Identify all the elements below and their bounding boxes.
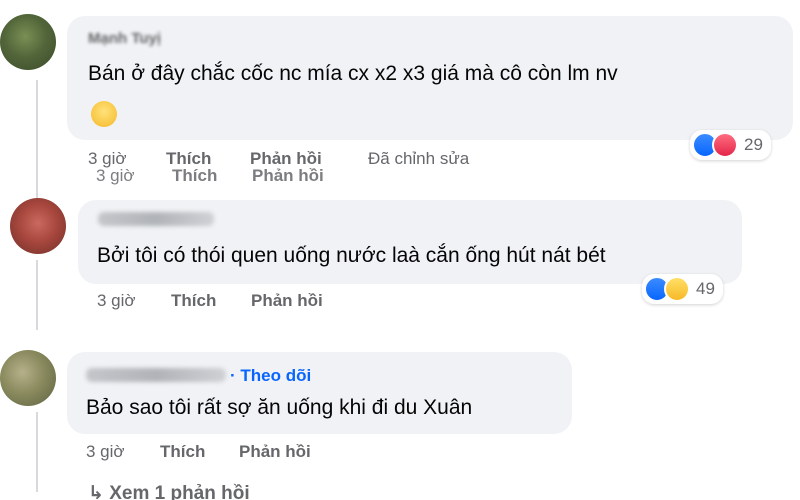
reply-button[interactable]: Phản hồi xyxy=(251,291,323,311)
avatar[interactable] xyxy=(10,198,66,254)
edited-label: Đã chỉnh sửa xyxy=(368,149,470,168)
comment-text: Bởi tôi có thói quen uống nước laà cắn ố… xyxy=(97,244,606,267)
like-button[interactable]: Thích xyxy=(171,291,216,311)
view-replies-label: Xem 1 phản hồi xyxy=(109,483,250,500)
avatar[interactable] xyxy=(0,14,56,70)
comment-text: Bảo sao tôi rất sợ ăn uống khi đi du Xuâ… xyxy=(86,396,473,419)
comment-author[interactable]: Mạnh Tuyị xyxy=(88,30,161,47)
comment-text: Bán ở đây chắc cốc nc mía cx x2 x3 giá m… xyxy=(88,62,618,85)
thread-line xyxy=(36,412,38,492)
reaction-summary[interactable]: 49 xyxy=(642,274,723,304)
reply-button-ghost: Phản hồi xyxy=(252,166,324,185)
comment-bubble xyxy=(67,352,572,434)
comment-time-ghost: 3 giờ xyxy=(96,166,135,185)
haha-reaction-icon xyxy=(664,276,690,302)
follow-button[interactable]: · Theo dõi xyxy=(230,366,311,386)
like-button[interactable]: Thích xyxy=(160,442,205,462)
comment-time[interactable]: 3 giờ xyxy=(97,291,136,311)
reply-arrow-icon: ↳ xyxy=(88,483,104,500)
comment-author-blurred[interactable] xyxy=(86,368,226,382)
comment-time[interactable]: 3 giờ xyxy=(86,442,125,462)
view-replies-link[interactable]: ↳ Xem 1 phản hồi xyxy=(88,482,250,500)
like-button-ghost: Thích xyxy=(172,166,218,185)
reaction-summary[interactable]: 29 xyxy=(690,130,771,160)
crying-face-icon xyxy=(91,101,117,127)
thread-line xyxy=(36,260,38,330)
reaction-count: 49 xyxy=(696,279,715,298)
avatar[interactable] xyxy=(0,350,56,406)
love-reaction-icon xyxy=(712,132,738,158)
reply-button[interactable]: Phản hồi xyxy=(239,442,311,462)
comment-author-blurred[interactable] xyxy=(98,212,214,226)
reaction-count: 29 xyxy=(744,135,763,154)
